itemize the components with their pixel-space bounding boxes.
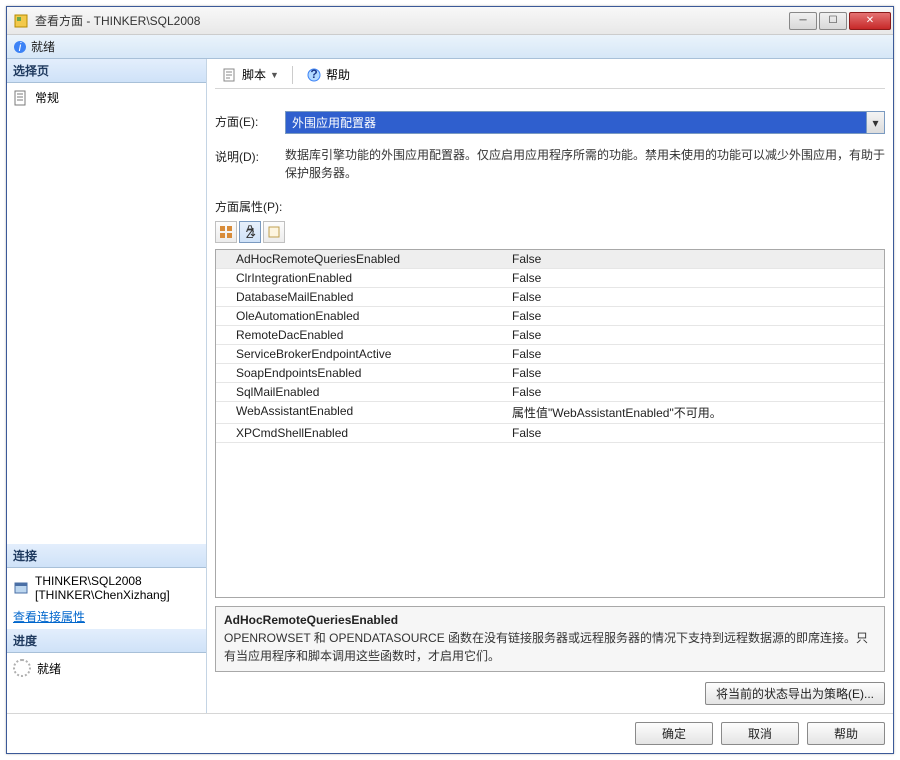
svg-text:?: ? — [310, 67, 317, 81]
maximize-button[interactable]: ☐ — [819, 12, 847, 30]
property-name: DatabaseMailEnabled — [216, 288, 504, 306]
description-text: 数据库引擎功能的外围应用配置器。仅应启用应用程序所需的功能。禁用未使用的功能可以… — [285, 146, 885, 182]
sidebar-item-label: 常规 — [35, 89, 59, 106]
sidebar-select-page: 选择页 常规 — [7, 59, 206, 544]
app-icon — [13, 13, 29, 29]
minimize-button[interactable]: ─ — [789, 12, 817, 30]
property-value[interactable]: False — [504, 307, 884, 325]
property-grid-toolbar: AZ — [215, 221, 885, 243]
cancel-button[interactable]: 取消 — [721, 722, 799, 745]
view-connection-props-link[interactable]: 查看连接属性 — [13, 610, 85, 624]
alphabetical-button[interactable]: AZ — [239, 221, 261, 243]
facet-props-label: 方面属性(P): — [215, 198, 885, 215]
property-name: XPCmdShellEnabled — [216, 424, 504, 442]
sidebar: 选择页 常规 连接 — [7, 59, 207, 713]
property-value[interactable]: False — [504, 250, 884, 268]
connection-user: [THINKER\ChenXizhang] — [35, 588, 170, 602]
categorize-button[interactable] — [215, 221, 237, 243]
property-row[interactable]: ClrIntegrationEnabledFalse — [216, 269, 884, 288]
property-grid[interactable]: AdHocRemoteQueriesEnabledFalseClrIntegra… — [215, 249, 885, 598]
property-value[interactable]: False — [504, 345, 884, 363]
property-value[interactable]: False — [504, 364, 884, 382]
property-row[interactable]: ServiceBrokerEndpointActiveFalse — [216, 345, 884, 364]
help-toolbar-label: 帮助 — [326, 66, 350, 83]
property-pages-button[interactable] — [263, 221, 285, 243]
property-value[interactable]: False — [504, 424, 884, 442]
script-icon — [222, 67, 238, 83]
script-label: 脚本 — [242, 66, 266, 83]
facet-row: 方面(E): 外围应用配置器 ▾ — [215, 107, 885, 138]
export-row: 将当前的状态导出为策略(E)... — [215, 682, 885, 705]
property-name: SqlMailEnabled — [216, 383, 504, 401]
sidebar-title-select: 选择页 — [7, 59, 206, 83]
property-value[interactable]: False — [504, 269, 884, 287]
svg-text:Z: Z — [246, 227, 253, 239]
description-row: 说明(D): 数据库引擎功能的外围应用配置器。仅应启用应用程序所需的功能。禁用未… — [215, 142, 885, 186]
property-row[interactable]: RemoteDacEnabledFalse — [216, 326, 884, 345]
property-row[interactable]: WebAssistantEnabled属性值"WebAssistantEnabl… — [216, 402, 884, 424]
window-title: 查看方面 - THINKER\SQL2008 — [35, 12, 789, 29]
property-value[interactable]: False — [504, 326, 884, 344]
info-icon: i — [13, 40, 27, 54]
description-label: 说明(D): — [215, 146, 279, 165]
help-toolbar-button[interactable]: ? 帮助 — [299, 63, 357, 86]
page-icon — [13, 90, 29, 106]
property-row[interactable]: SqlMailEnabledFalse — [216, 383, 884, 402]
export-policy-button[interactable]: 将当前的状态导出为策略(E)... — [705, 682, 885, 705]
server-icon — [13, 580, 29, 596]
sidebar-item-general[interactable]: 常规 — [13, 87, 200, 108]
property-value[interactable]: False — [504, 383, 884, 401]
property-name: OleAutomationEnabled — [216, 307, 504, 325]
property-name: AdHocRemoteQueriesEnabled — [216, 250, 504, 268]
help-title: AdHocRemoteQueriesEnabled — [224, 613, 876, 627]
facet-value: 外围应用配置器 — [286, 112, 866, 133]
sidebar-connection: 连接 THINKER\SQL2008 [THINKER\ChenXizhang]… — [7, 544, 206, 629]
property-row[interactable]: DatabaseMailEnabledFalse — [216, 288, 884, 307]
toolbar-separator — [292, 66, 293, 84]
client-area: 选择页 常规 连接 — [7, 59, 893, 713]
property-name: ClrIntegrationEnabled — [216, 269, 504, 287]
chevron-down-icon[interactable]: ▾ — [866, 112, 884, 133]
property-name: ServiceBrokerEndpointActive — [216, 345, 504, 363]
property-row[interactable]: XPCmdShellEnabledFalse — [216, 424, 884, 443]
close-button[interactable]: ✕ — [849, 12, 891, 30]
chevron-down-icon: ▼ — [270, 70, 279, 80]
property-name: WebAssistantEnabled — [216, 402, 504, 423]
svg-text:i: i — [19, 40, 22, 54]
main-toolbar: 脚本 ▼ ? 帮助 — [215, 63, 885, 89]
sidebar-server-info: THINKER\SQL2008 [THINKER\ChenXizhang] — [13, 572, 200, 604]
connection-server: THINKER\SQL2008 — [35, 574, 170, 588]
property-help-box: AdHocRemoteQueriesEnabled OPENROWSET 和 O… — [215, 606, 885, 672]
progress-status-row: 就绪 — [13, 657, 200, 679]
property-row[interactable]: AdHocRemoteQueriesEnabledFalse — [216, 250, 884, 269]
help-icon: ? — [306, 67, 322, 83]
progress-status-text: 就绪 — [37, 660, 61, 677]
sidebar-title-progress: 进度 — [7, 629, 206, 653]
property-value[interactable]: False — [504, 288, 884, 306]
sidebar-progress: 进度 就绪 — [7, 629, 206, 713]
script-button[interactable]: 脚本 ▼ — [215, 63, 286, 86]
facet-combobox[interactable]: 外围应用配置器 ▾ — [285, 111, 885, 134]
property-name: RemoteDacEnabled — [216, 326, 504, 344]
property-name: SoapEndpointsEnabled — [216, 364, 504, 382]
help-button[interactable]: 帮助 — [807, 722, 885, 745]
sidebar-title-connection: 连接 — [7, 544, 206, 568]
ok-button[interactable]: 确定 — [635, 722, 713, 745]
property-row[interactable]: OleAutomationEnabledFalse — [216, 307, 884, 326]
window-buttons: ─ ☐ ✕ — [789, 12, 891, 30]
property-value[interactable]: 属性值"WebAssistantEnabled"不可用。 — [504, 402, 884, 423]
titlebar[interactable]: 查看方面 - THINKER\SQL2008 ─ ☐ ✕ — [7, 7, 893, 35]
ribbon-status: 就绪 — [31, 38, 55, 55]
spinner-icon — [13, 659, 31, 677]
ribbon-bar: i 就绪 — [7, 35, 893, 59]
dialog-footer: 确定 取消 帮助 — [7, 713, 893, 753]
help-description: OPENROWSET 和 OPENDATASOURCE 函数在没有链接服务器或远… — [224, 629, 876, 665]
main-panel: 脚本 ▼ ? 帮助 方面(E): 外围应用配置器 ▾ — [207, 59, 893, 713]
facet-label: 方面(E): — [215, 111, 279, 130]
dialog-window: 查看方面 - THINKER\SQL2008 ─ ☐ ✕ i 就绪 选择页 常规 — [6, 6, 894, 754]
property-row[interactable]: SoapEndpointsEnabledFalse — [216, 364, 884, 383]
